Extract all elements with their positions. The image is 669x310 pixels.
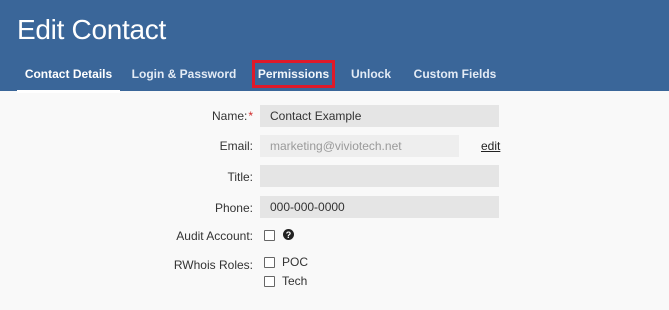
tech-label: Tech bbox=[282, 274, 308, 288]
audit-account-row: Audit Account: ? bbox=[0, 228, 669, 244]
name-row: Name:* Contact Example bbox=[0, 105, 669, 127]
phone-label: Phone: bbox=[214, 201, 253, 215]
email-row: Email: marketing@viviotech.net edit bbox=[0, 135, 669, 157]
rwhois-roles-row: RWhois Roles: POC Tech bbox=[0, 255, 669, 291]
phone-input[interactable]: 000-000-0000 bbox=[260, 196, 499, 218]
title-input[interactable] bbox=[260, 165, 499, 187]
name-label: Name:* bbox=[212, 109, 253, 123]
email-label: Email: bbox=[219, 139, 253, 153]
poc-label: POC bbox=[282, 255, 309, 269]
poc-checkbox[interactable] bbox=[264, 257, 275, 268]
tech-checkbox[interactable] bbox=[264, 276, 275, 287]
name-label-text: Name: bbox=[211, 109, 248, 123]
name-input[interactable]: Contact Example bbox=[260, 105, 499, 127]
tab-permissions[interactable]: Permissions bbox=[252, 60, 335, 88]
audit-account-label: Audit Account: bbox=[176, 229, 253, 243]
required-asterisk: * bbox=[248, 109, 253, 123]
rwhois-roles-label: RWhois Roles: bbox=[173, 258, 253, 272]
title-label: Title: bbox=[227, 170, 253, 184]
title-row: Title: bbox=[0, 165, 669, 187]
tab-login-password[interactable]: Login & Password bbox=[131, 60, 237, 88]
email-field: marketing@viviotech.net bbox=[260, 135, 459, 157]
tab-contact-details[interactable]: Contact Details bbox=[17, 60, 120, 93]
tab-unlock[interactable]: Unlock bbox=[346, 60, 396, 88]
question-circle-icon[interactable]: ? bbox=[283, 229, 294, 240]
tab-bar: Contact Details Login & Password Permiss… bbox=[0, 0, 669, 93]
page-header: Edit Contact Contact Details Login & Pas… bbox=[0, 0, 669, 93]
phone-row: Phone: 000-000-0000 bbox=[0, 196, 669, 218]
tab-custom-fields[interactable]: Custom Fields bbox=[410, 60, 500, 88]
audit-account-checkbox[interactable] bbox=[264, 230, 275, 241]
email-edit-link[interactable]: edit bbox=[481, 139, 500, 153]
